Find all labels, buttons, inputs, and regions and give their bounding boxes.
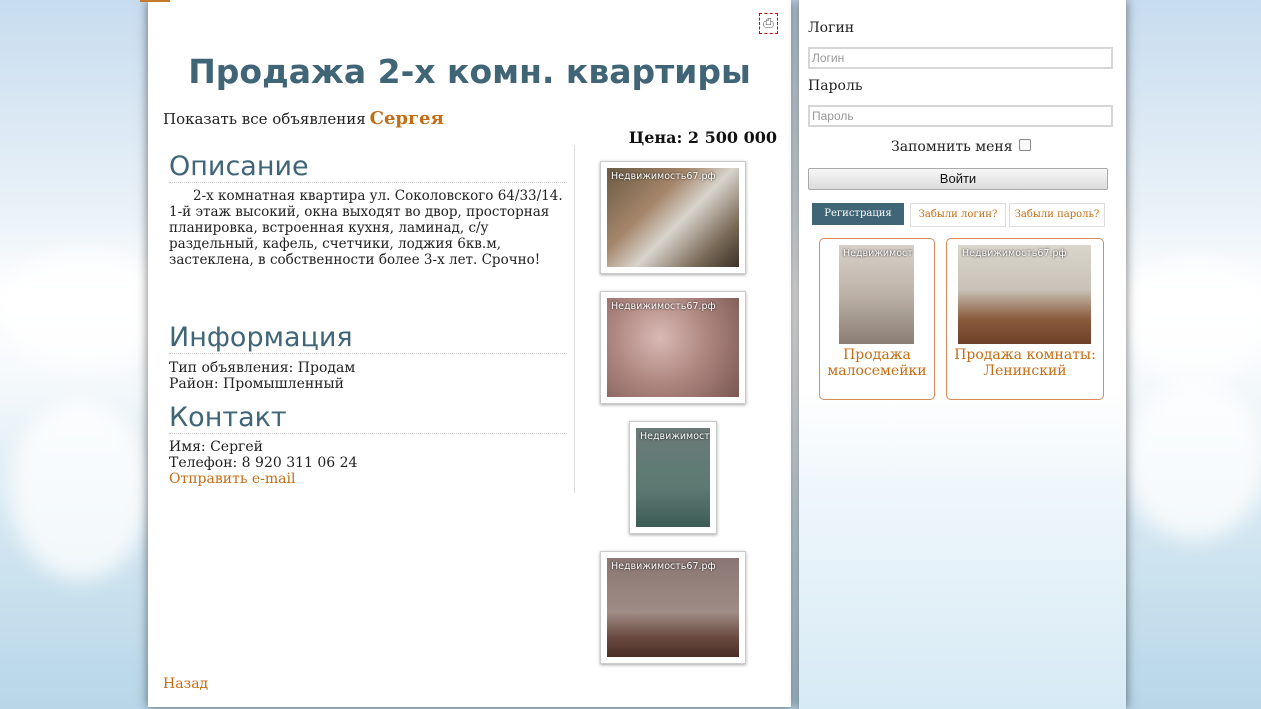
photo-watermark: Недвижимость67.рф [611,301,716,312]
contact-name: Имя: Сергей [169,439,264,455]
photo-watermark: Недвижимост [843,248,913,259]
contact-phone: Телефон: 8 920 311 06 24 [169,455,358,471]
login-label: Логин [808,20,855,36]
forgot-password-link[interactable]: Забыли пароль? [1009,203,1105,227]
seller-link[interactable]: Сергея [370,108,444,129]
related-ad-caption[interactable]: Продажа малосемейки [820,347,934,379]
remember-checkbox[interactable] [1018,139,1031,151]
register-button[interactable]: Регистрация [812,203,904,225]
photo-watermark: Недвижимость67.рф [962,248,1067,259]
show-all-ads: Показать все объявления Сергея [163,108,444,129]
show-all-label: Показать все объявления [163,110,366,128]
background-cloud [1120,260,1261,380]
info-heading: Информация [169,323,567,354]
column-divider [574,145,575,493]
top-accent [140,0,170,2]
login-input[interactable]: Логин [808,47,1113,69]
password-input[interactable]: Пароль [808,105,1113,127]
background-cloud [0,250,170,370]
remember-label: Запомнить меня [891,139,1013,155]
send-email-link[interactable]: Отправить e-mail [169,471,296,487]
description-text: 2-х комнатная квартира ул. Соколовского … [169,188,563,268]
photo-watermark: Недвижимость67.рф [611,561,716,572]
photo-room[interactable]: Недвижимость67.рф [600,551,746,664]
price: Цена: 2 500 000 [628,128,777,147]
password-label: Пароль [808,78,863,94]
related-ad-card[interactable]: Недвижимост Продажа малосемейки [819,238,935,400]
login-button[interactable]: Войти [808,168,1108,190]
remember-me: Запомнить меня [891,139,1031,155]
background-cloud [1125,380,1261,540]
forgot-login-link[interactable]: Забыли логин? [910,203,1006,227]
photo-kitchen[interactable]: Недвижимость67.рф [600,161,746,274]
printer-icon[interactable]: ⎙ [759,13,778,34]
background-cloud [10,400,150,580]
description-heading: Описание [169,152,567,183]
back-link[interactable]: Назад [163,676,208,692]
photo-watermark: Недвижимост [640,431,710,442]
district: Район: Промышленный [169,376,344,392]
photo-watermark: Недвижимость67.рф [611,171,716,182]
page-title: Продажа 2-х комн. квартиры [188,52,751,91]
ad-type: Тип объявления: Продам [169,360,356,376]
photo-bathroom[interactable]: Недвижимость67.рф [600,291,746,404]
contact-heading: Контакт [169,403,567,434]
related-ad-card[interactable]: Недвижимость67.рф Продажа комнаты: Ленин… [946,238,1104,400]
photo-toilet[interactable]: Недвижимост [629,421,717,534]
related-ad-caption[interactable]: Продажа комнаты: Ленинский [947,347,1103,379]
